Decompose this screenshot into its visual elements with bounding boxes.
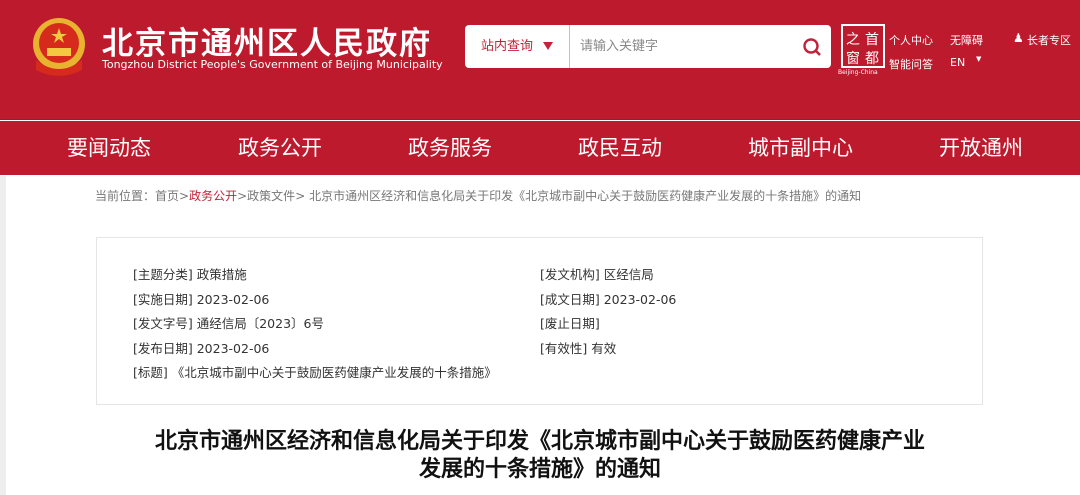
nav-sub-center[interactable]: 城市副中心 xyxy=(748,121,853,175)
breadcrumb-sep: > xyxy=(237,189,248,203)
breadcrumb-home[interactable]: 首页 xyxy=(155,189,179,203)
meta-issuer: [发文机构] 区经信局 xyxy=(540,267,654,282)
search-icon[interactable] xyxy=(801,36,823,58)
meta-publish-date: [发布日期] 2023-02-06 xyxy=(133,341,270,356)
breadcrumb-sep: > xyxy=(179,189,190,203)
breadcrumb-sep: > xyxy=(295,189,306,203)
article-title: 北京市通州区经济和信息化局关于印发《北京城市副中心关于鼓励医药健康产业 发展的十… xyxy=(90,428,990,484)
meta-written-date: [成文日期] 2023-02-06 xyxy=(540,292,677,307)
chevron-down-icon: ▼ xyxy=(976,55,982,63)
search-scope-dropdown[interactable]: 站内查询 xyxy=(465,25,570,68)
logo-char: 首 xyxy=(865,32,879,48)
meta-effective-date: [实施日期] 2023-02-06 xyxy=(133,292,270,307)
elder-zone-link[interactable]: 长者专区 xyxy=(1027,32,1071,48)
language-switch[interactable]: EN xyxy=(950,56,965,69)
search-scope-label: 站内查询 xyxy=(481,39,534,54)
header: 北京市通州区人民政府 Tongzhou District People's Go… xyxy=(0,0,1080,120)
nav-open-tongzhou[interactable]: 开放通州 xyxy=(939,121,1023,175)
article-title-line: 北京市通州区经济和信息化局关于印发《北京城市副中心关于鼓励医药健康产业 xyxy=(154,429,925,454)
breadcrumb: 当前位置：首页>政务公开>政策文件> 北京市通州区经济和信息化局关于印发《北京城… xyxy=(95,187,861,204)
accessibility-link[interactable]: 无障碍 xyxy=(950,32,983,48)
logo-char: 之 xyxy=(846,32,860,48)
logo-caption: Beijing-China xyxy=(838,69,878,76)
user-icon: ♟ xyxy=(1013,31,1024,45)
search-input[interactable] xyxy=(572,25,792,68)
chevron-down-icon xyxy=(543,42,553,50)
nav-services[interactable]: 政务服务 xyxy=(408,121,492,175)
meta-abolish-date: [废止日期] xyxy=(540,316,600,331)
meta-doc-number: [发文字号] 通经信局〔2023〕6号 xyxy=(133,316,324,331)
logo-char: 都 xyxy=(865,51,879,67)
site-title[interactable]: 北京市通州区人民政府 xyxy=(102,18,432,63)
search-bar: 站内查询 xyxy=(465,25,831,68)
nav-interaction[interactable]: 政民互动 xyxy=(578,121,662,175)
meta-category: [主题分类] 政策措施 xyxy=(133,267,247,282)
page-edge xyxy=(0,176,6,495)
nav-news[interactable]: 要闻动态 xyxy=(67,121,151,175)
breadcrumb-policy-docs[interactable]: 政策文件 xyxy=(247,189,295,203)
logo-char: 窗 xyxy=(846,51,860,67)
personal-center-link[interactable]: 个人中心 xyxy=(889,32,933,48)
capital-window-logo[interactable]: 之 首 窗 都 xyxy=(841,24,885,68)
document-metadata: [主题分类] 政策措施 [发文机构] 区经信局 [实施日期] 2023-02-0… xyxy=(96,237,983,405)
breadcrumb-section[interactable]: 政务公开 xyxy=(189,189,237,203)
article-title-line: 发展的十条措施》的通知 xyxy=(418,457,661,482)
meta-title: [标题] 《北京城市副中心关于鼓励医药健康产业发展的十条措施》 xyxy=(133,365,497,380)
main-nav: 要闻动态 政务公开 政务服务 政民互动 城市副中心 开放通州 xyxy=(0,121,1080,175)
meta-validity: [有效性] 有效 xyxy=(540,341,617,356)
nav-gov-affairs[interactable]: 政务公开 xyxy=(238,121,322,175)
national-emblem-icon xyxy=(33,18,85,76)
breadcrumb-prefix: 当前位置： xyxy=(95,189,156,203)
site-subtitle: Tongzhou District People's Government of… xyxy=(102,58,443,71)
breadcrumb-current: 北京市通州区经济和信息化局关于印发《北京城市副中心关于鼓励医药健康产业发展的十条… xyxy=(309,189,862,203)
smart-qa-link[interactable]: 智能问答 xyxy=(889,56,933,72)
